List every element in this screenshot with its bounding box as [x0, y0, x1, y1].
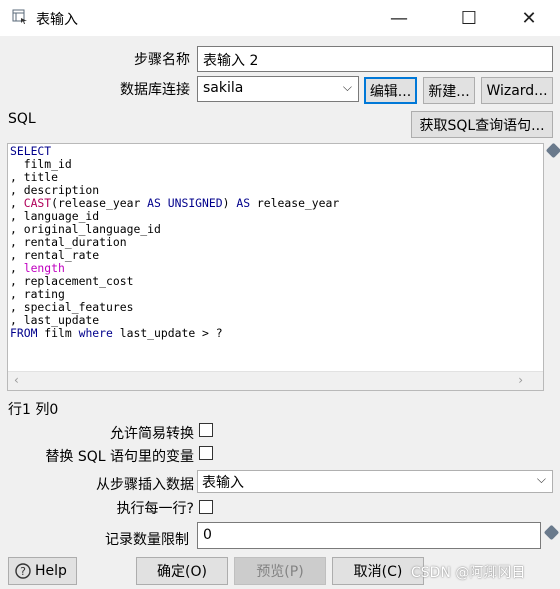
replace-vars-checkbox[interactable] [199, 446, 213, 460]
cursor-position: 行1 列0 [8, 402, 59, 418]
minimize-button[interactable]: — [376, 0, 422, 36]
step-name-label: 步骤名称 [134, 52, 190, 68]
get-sql-button[interactable]: 获取SQL查询语句... [411, 111, 553, 138]
window-title: 表输入 [36, 12, 78, 28]
close-button[interactable]: ✕ [506, 0, 552, 36]
db-connection-label: 数据库连接 [120, 82, 190, 98]
maximize-button[interactable]: ☐ [446, 0, 492, 36]
variable-icon [543, 524, 560, 541]
limit-field[interactable]: 0 [197, 522, 541, 549]
wizard-button[interactable]: Wizard... [481, 77, 553, 104]
lazy-conversion-label: 允许简易转换 [110, 426, 194, 442]
step-name-field[interactable]: 表输入 2 [197, 46, 553, 72]
execute-each-row-checkbox[interactable] [199, 500, 213, 514]
preview-button[interactable]: 预览(P) [234, 557, 326, 585]
csdn-watermark: CSDN @阿卿冈日 [411, 565, 526, 581]
table-input-icon [12, 9, 27, 24]
scroll-right-icon[interactable]: › [518, 373, 523, 387]
edit-connection-button[interactable]: 编辑... [364, 77, 417, 104]
db-connection-value: sakila [203, 80, 244, 96]
sql-editor[interactable]: SELECT film_id, title, description, CAST… [7, 143, 544, 391]
ok-button[interactable]: 确定(O) [136, 557, 228, 585]
db-connection-select[interactable]: sakila ⌵ [197, 76, 359, 102]
execute-each-row-label: 执行每一行? [116, 501, 194, 517]
sql-line: SELECT [10, 144, 52, 158]
insert-from-step-value: 表输入 [202, 475, 244, 491]
scroll-left-icon[interactable]: ‹ [14, 373, 19, 387]
lazy-conversion-checkbox[interactable] [199, 423, 213, 437]
title-bar: 表输入 — ☐ ✕ [0, 0, 560, 36]
help-label: Help [35, 563, 67, 579]
new-connection-button[interactable]: 新建... [423, 77, 475, 104]
horizontal-scrollbar[interactable]: ‹ › [8, 371, 543, 390]
limit-label: 记录数量限制 [105, 532, 189, 548]
sql-label: SQL [8, 111, 36, 127]
replace-vars-label: 替换 SQL 语句里的变量 [45, 449, 194, 465]
sql-line: , rental_rate [10, 248, 100, 262]
svg-text:?: ? [20, 565, 26, 578]
chevron-down-icon: ⌵ [536, 472, 546, 486]
insert-from-step-select[interactable]: 表输入 ⌵ [197, 470, 553, 493]
chevron-down-icon: ⌵ [342, 80, 352, 94]
insert-from-step-label: 从步骤插入数据 [96, 477, 194, 493]
help-button[interactable]: ? Help [8, 557, 77, 585]
sql-line: FROM film where last_update > ? [10, 326, 223, 340]
sql-line: film_id [10, 157, 72, 171]
sql-code[interactable]: SELECT film_id, title, description, CAST… [8, 144, 543, 341]
variable-icon [545, 142, 560, 159]
sql-line: , replacement_cost [10, 274, 134, 288]
help-icon: ? [15, 563, 31, 579]
